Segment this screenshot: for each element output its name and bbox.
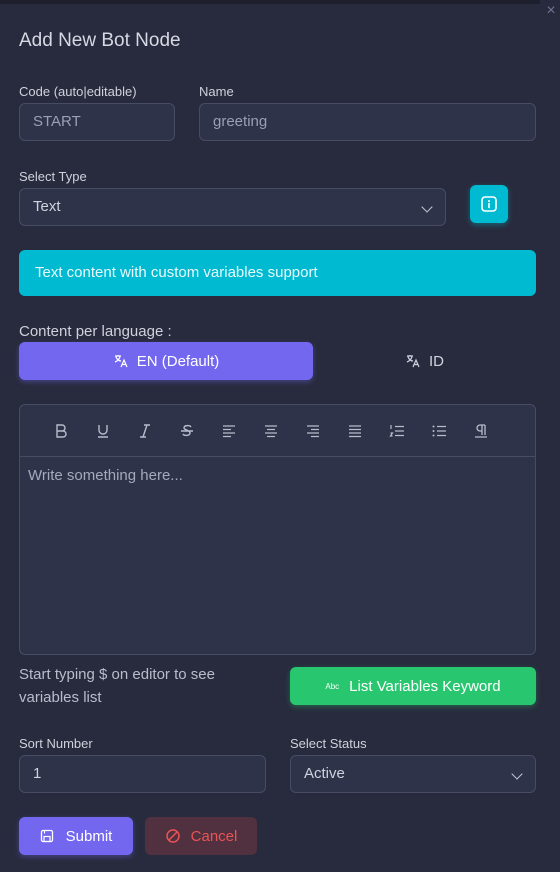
strikethrough-icon[interactable] [177,421,197,441]
status-label: Select Status [290,736,367,751]
name-label: Name [199,84,234,99]
variables-hint: Start typing $ on editor to see variable… [19,666,215,706]
tab-language-en-label: EN (Default) [136,352,220,370]
sort-number-input[interactable]: 1 [19,755,266,793]
type-select[interactable]: Text [19,188,446,226]
save-icon [40,829,53,843]
type-description-banner: Text content with custom variables suppo… [19,250,536,296]
paragraph-icon[interactable] [471,421,491,441]
tab-language-en[interactable]: EN (Default) [19,342,313,380]
rich-text-editor[interactable]: Write something here... [19,404,536,655]
modal-title: Add New Bot Node [19,30,181,51]
list-variables-label: List Variables Keyword [349,677,501,695]
sort-number-label: Sort Number [19,736,93,751]
align-right-icon[interactable] [303,421,323,441]
top-edge [0,0,540,4]
status-select-value: Active [304,765,345,782]
text-abc-icon: Abc [325,681,340,691]
close-icon[interactable]: × [542,2,560,20]
status-select[interactable]: Active [290,755,536,793]
type-label: Select Type [19,169,87,184]
chevron-down-icon [511,768,523,780]
underline-icon[interactable] [93,421,113,441]
cancel-button[interactable]: Cancel [145,817,257,855]
editor-toolbar [20,405,535,457]
align-left-icon[interactable] [219,421,239,441]
info-icon [481,196,497,212]
info-button[interactable] [470,185,508,223]
editor-placeholder: Write something here... [28,467,183,484]
align-justify-icon[interactable] [345,421,365,441]
cancel-label: Cancel [190,827,238,845]
cancel-circle-icon [165,829,180,843]
code-input[interactable]: START [19,103,175,141]
code-label: Code (auto|editable) [19,84,137,99]
chevron-down-icon [421,201,433,213]
align-center-icon[interactable] [261,421,281,441]
translate-icon [114,355,128,368]
content-language-label: Content per language : [19,323,172,340]
type-select-value: Text [33,198,61,215]
translate-icon [406,355,420,368]
bullet-list-icon[interactable] [429,421,449,441]
name-input[interactable]: greeting [199,103,536,141]
submit-button[interactable]: Submit [19,817,133,855]
bold-icon[interactable] [51,421,71,441]
ordered-list-icon[interactable] [387,421,407,441]
list-variables-button[interactable]: Abc List Variables Keyword [290,667,536,705]
submit-label: Submit [65,827,113,845]
italic-icon[interactable] [135,421,155,441]
tab-language-id[interactable]: ID [313,342,536,380]
tab-language-id-label: ID [429,352,444,370]
